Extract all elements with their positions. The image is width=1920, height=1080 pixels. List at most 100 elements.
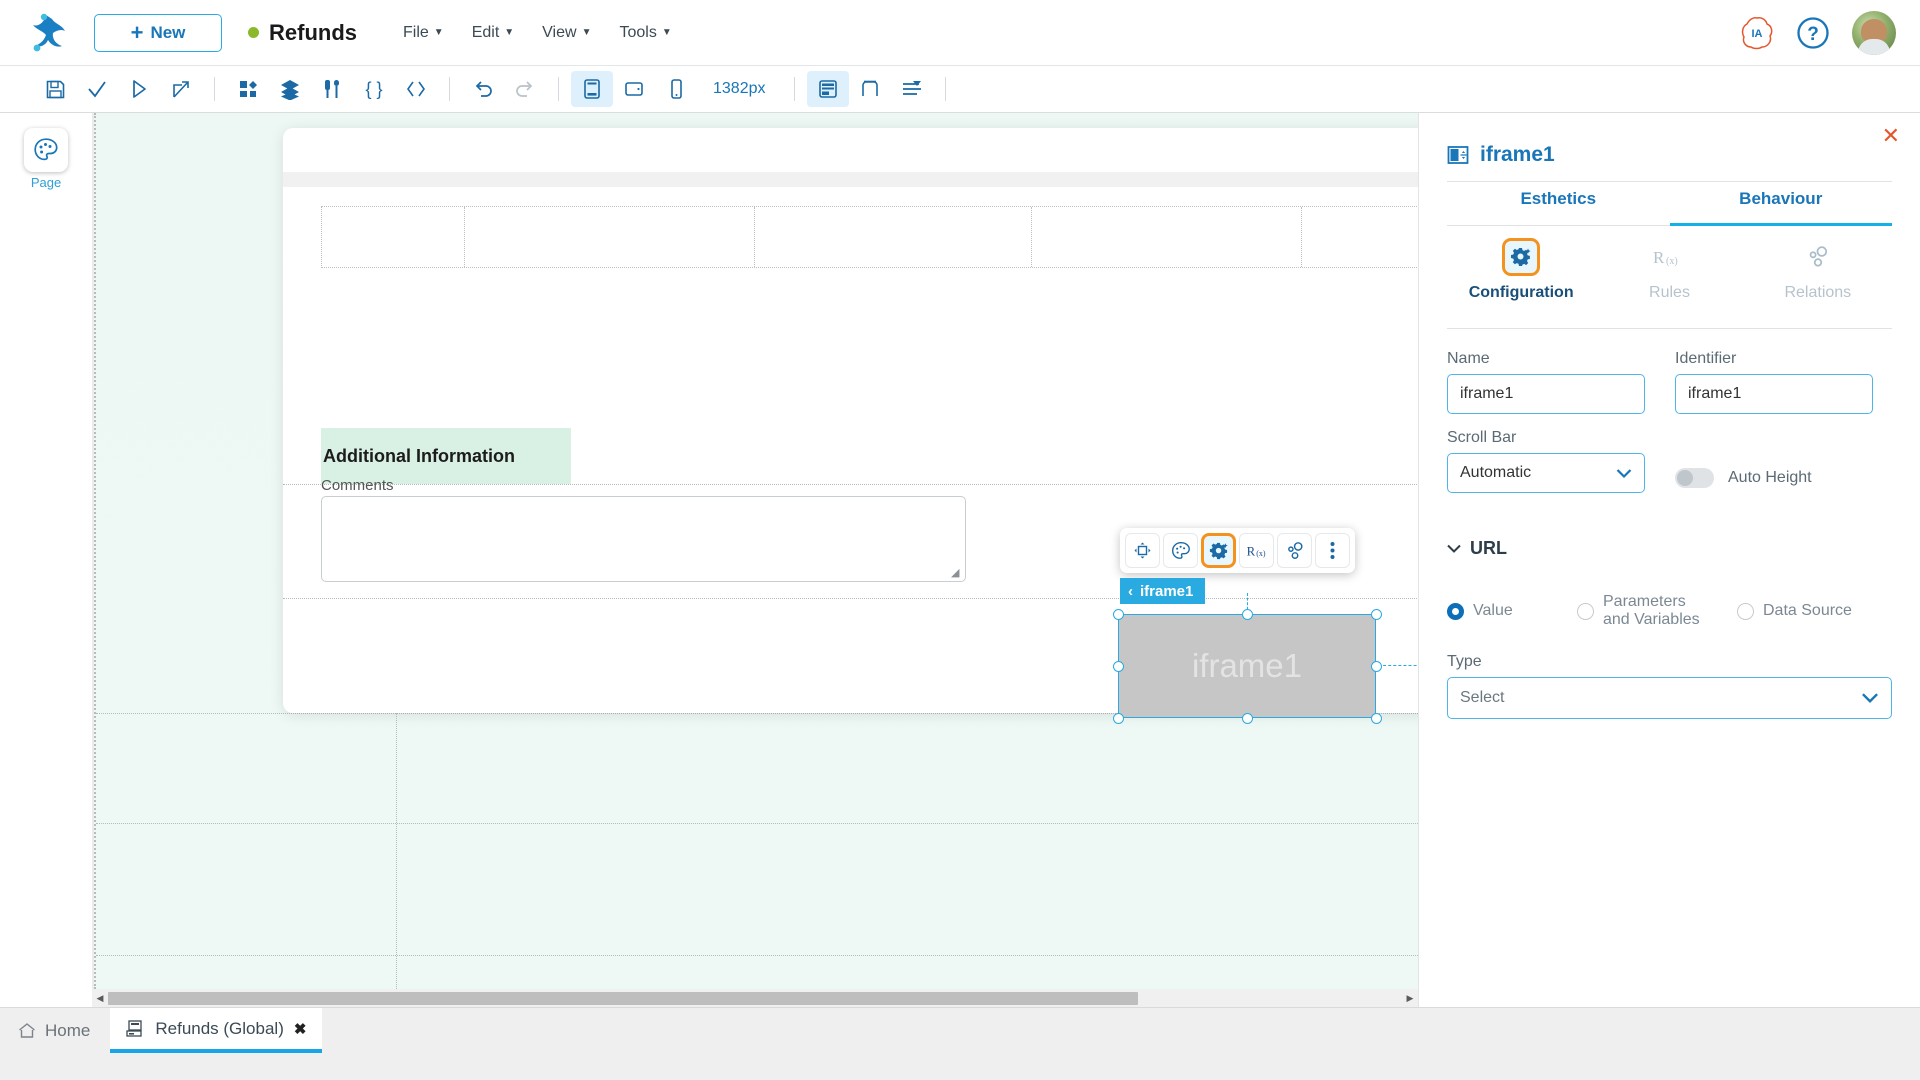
resize-handle-bottom-center[interactable] <box>1242 713 1253 724</box>
comments-textarea[interactable]: ◢ <box>321 496 966 582</box>
identifier-input[interactable] <box>1675 374 1873 414</box>
subtab-relations[interactable]: Relations <box>1744 238 1892 312</box>
app-logo-icon[interactable] <box>24 11 70 55</box>
radio-option-data-source[interactable]: Data Source <box>1737 602 1852 620</box>
redo-icon[interactable] <box>504 71 546 107</box>
resize-handle-top-center[interactable] <box>1242 609 1253 620</box>
resize-handle-middle-right[interactable] <box>1371 661 1382 672</box>
editor-toolbar: { } 1382px <box>0 65 1920 113</box>
toolbar-separator <box>558 77 559 101</box>
url-source-radio-group: Value Parameters and Variables Data Sour… <box>1447 593 1891 630</box>
tab-esthetics[interactable]: Esthetics <box>1447 189 1670 226</box>
app-title: Refunds <box>248 20 357 46</box>
scrollbar-field-label: Scroll Bar <box>1447 429 1517 446</box>
expression-braces-icon[interactable]: { } <box>353 71 395 107</box>
components-grid-icon[interactable] <box>227 71 269 107</box>
tab-behaviour[interactable]: Behaviour <box>1669 189 1892 226</box>
resize-handle-middle-left[interactable] <box>1113 661 1124 672</box>
align-icon[interactable] <box>891 71 933 107</box>
auto-height-toggle[interactable] <box>1675 468 1714 488</box>
layout-table <box>321 206 1418 268</box>
container-icon[interactable] <box>849 71 891 107</box>
bottom-tab-home[interactable]: Home <box>0 1008 110 1053</box>
resize-handle-bottom-right[interactable] <box>1371 713 1382 724</box>
scrollbar-select-value: Automatic <box>1460 464 1532 481</box>
desktop-preview-icon[interactable] <box>571 71 613 107</box>
iframe-element-placeholder[interactable]: iframe1 <box>1118 614 1376 718</box>
rules-rx-icon[interactable]: R (x) <box>1239 533 1274 568</box>
name-input[interactable] <box>1447 374 1645 414</box>
radio-value-icon[interactable] <box>1447 602 1464 620</box>
radio-parameters-icon[interactable] <box>1577 602 1594 620</box>
subtab-configuration[interactable]: Configuration <box>1447 238 1595 312</box>
chevron-down-icon: ▼ <box>504 27 515 38</box>
menu-edit[interactable]: Edit ▼ <box>472 24 514 42</box>
validate-check-icon[interactable] <box>76 71 118 107</box>
radio-datasource-icon[interactable] <box>1737 602 1754 620</box>
tablet-preview-icon[interactable] <box>613 71 655 107</box>
scroll-right-arrow-icon[interactable]: ▶ <box>1402 993 1418 1004</box>
selected-element-tag[interactable]: ‹ iframe1 <box>1120 578 1206 604</box>
help-icon[interactable]: ? <box>1796 16 1830 50</box>
section-header-additional-information: Additional Information <box>321 428 571 484</box>
subtab-rules-label: Rules <box>1649 284 1690 301</box>
panel-divider <box>1447 328 1892 329</box>
esthetics-palette-icon[interactable] <box>1163 533 1198 568</box>
sidebar-item-page-label: Page <box>30 175 62 190</box>
bottom-tab-refunds[interactable]: Refunds (Global) ✖ <box>110 1008 323 1053</box>
configuration-gear-icon[interactable] <box>1201 533 1236 568</box>
chevron-down-icon <box>1862 693 1878 703</box>
canvas-section-divider <box>96 823 1418 824</box>
canvas-horizontal-scrollbar[interactable]: ◀ ▶ <box>92 989 1418 1007</box>
mobile-preview-icon[interactable] <box>655 71 697 107</box>
identifier-field-label: Identifier <box>1675 350 1737 367</box>
resize-grip-icon[interactable]: ◢ <box>951 568 962 579</box>
canvas-section-divider <box>96 955 1418 956</box>
viewport-width-label[interactable]: 1382px <box>697 80 782 98</box>
name-field-group: Name <box>1447 350 1645 414</box>
close-tab-icon[interactable]: ✖ <box>294 1020 307 1038</box>
menu-file[interactable]: File ▼ <box>403 24 444 42</box>
subtab-rules[interactable]: R (x) Rules <box>1595 238 1743 312</box>
code-view-icon[interactable] <box>395 71 437 107</box>
type-select[interactable]: Select <box>1447 677 1892 719</box>
resize-handle-top-right[interactable] <box>1371 609 1382 620</box>
app-title-label: Refunds <box>269 19 357 45</box>
scrollbar-thumb[interactable] <box>108 991 1138 1005</box>
menu-view[interactable]: View ▼ <box>542 24 591 42</box>
layers-icon[interactable] <box>269 71 311 107</box>
run-play-icon[interactable] <box>118 71 160 107</box>
page-header-strip <box>283 172 1418 187</box>
scroll-left-arrow-icon[interactable]: ◀ <box>92 993 108 1004</box>
scrollbar-select[interactable]: Automatic <box>1447 453 1645 493</box>
new-button[interactable]: + New <box>94 13 222 52</box>
top-bar: + New Refunds File ▼ Edit ▼ View ▼ Tools… <box>0 0 1920 65</box>
ia-assistant-icon[interactable]: IA <box>1740 16 1774 50</box>
url-section-header[interactable]: URL <box>1447 538 1507 559</box>
radio-option-parameters-and-variables[interactable]: Parameters and Variables <box>1577 593 1737 630</box>
menu-tools[interactable]: Tools ▼ <box>619 24 671 42</box>
panel-title-label: iframe1 <box>1480 143 1555 166</box>
chevron-down-icon <box>1616 468 1632 478</box>
resize-handle-bottom-left[interactable] <box>1113 713 1124 724</box>
user-avatar[interactable] <box>1852 10 1896 55</box>
theme-styles-icon[interactable] <box>311 71 353 107</box>
more-options-icon[interactable] <box>1315 533 1350 568</box>
panel-title: iframe1 <box>1447 143 1555 167</box>
sidebar-item-page[interactable]: Page <box>17 128 75 190</box>
undo-icon[interactable] <box>462 71 504 107</box>
relations-icon[interactable] <box>1277 533 1312 568</box>
radio-option-value[interactable]: Value <box>1447 602 1577 620</box>
close-panel-icon[interactable]: ✕ <box>1882 125 1900 147</box>
save-icon[interactable] <box>34 71 76 107</box>
move-element-icon[interactable] <box>1125 533 1160 568</box>
resize-handle-top-left[interactable] <box>1113 609 1124 620</box>
design-canvas[interactable]: Additional Information Comments ◢ R (x) … <box>92 113 1418 1007</box>
bottom-tab-bar: Home Refunds (Global) ✖ <box>0 1007 1920 1080</box>
tag-back-arrow-icon[interactable]: ‹ <box>1128 583 1133 600</box>
subtab-configuration-label: Configuration <box>1468 284 1574 301</box>
publish-export-icon[interactable] <box>160 71 202 107</box>
chevron-down-icon: ▼ <box>661 27 672 38</box>
page-tab-icon <box>126 1020 143 1037</box>
page-structure-icon[interactable] <box>806 71 849 107</box>
